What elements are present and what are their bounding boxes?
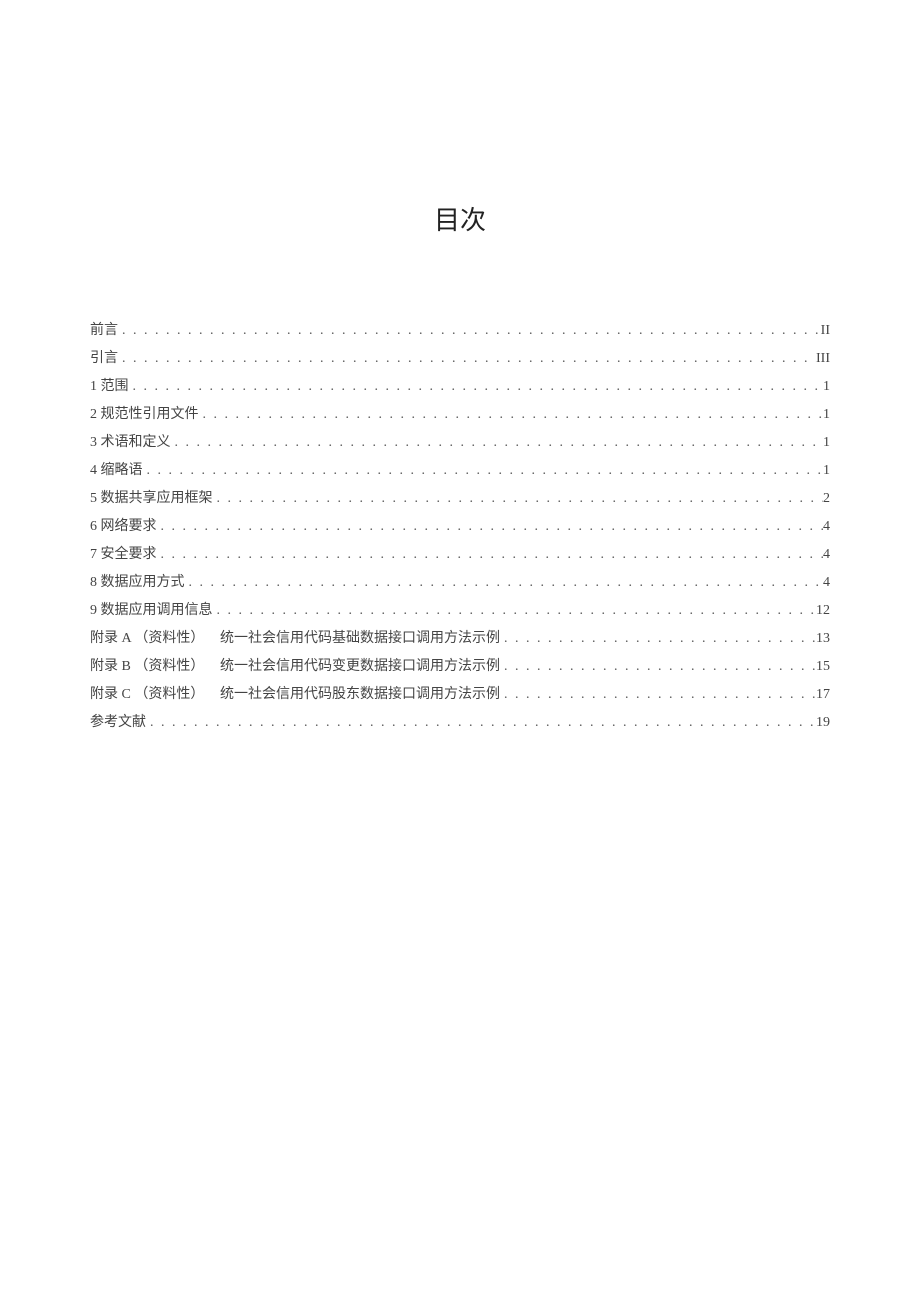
toc-appendix-prefix: 附录 B （资料性） <box>90 653 220 681</box>
toc-appendix-prefix: 附录 C （资料性） <box>90 681 220 709</box>
toc-label: 8 数据应用方式 <box>90 569 185 597</box>
document-page: 目次 前言 II 引言 III 1 范围 1 2 规范性引用文件 1 3 术语和… <box>0 0 920 737</box>
toc-entry: 7 安全要求 4 <box>90 541 830 569</box>
toc-leader-dots <box>213 485 824 513</box>
toc-entry-appendix: 附录 B （资料性） 统一社会信用代码变更数据接口调用方法示例 15 <box>90 653 830 681</box>
toc-leader-dots <box>171 429 824 457</box>
toc-label: 6 网络要求 <box>90 513 157 541</box>
toc-leader-dots <box>199 401 824 429</box>
toc-page-number: 2 <box>823 485 830 513</box>
toc-entry: 4 缩略语 1 <box>90 457 830 485</box>
toc-page-number: 1 <box>823 401 830 429</box>
toc-label: 4 缩略语 <box>90 457 143 485</box>
toc-page-number: 1 <box>823 457 830 485</box>
toc-entry: 引言 III <box>90 345 830 373</box>
toc-entry: 6 网络要求 4 <box>90 513 830 541</box>
toc-label: 3 术语和定义 <box>90 429 171 457</box>
toc-leader-dots <box>500 625 816 653</box>
toc-entry: 1 范围 1 <box>90 373 830 401</box>
toc-leader-dots <box>118 317 821 345</box>
toc-label: 前言 <box>90 317 118 345</box>
page-title: 目次 <box>90 200 830 237</box>
toc-appendix-prefix: 附录 A （资料性） <box>90 625 220 653</box>
toc-label: 5 数据共享应用框架 <box>90 485 213 513</box>
toc-leader-dots <box>143 457 824 485</box>
toc-leader-dots <box>129 373 824 401</box>
table-of-contents: 前言 II 引言 III 1 范围 1 2 规范性引用文件 1 3 术语和定义 … <box>90 317 830 737</box>
toc-entry-appendix: 附录 A （资料性） 统一社会信用代码基础数据接口调用方法示例 13 <box>90 625 830 653</box>
toc-leader-dots <box>146 709 816 737</box>
toc-page-number: 4 <box>823 513 830 541</box>
toc-leader-dots <box>157 541 824 569</box>
toc-page-number: 4 <box>823 541 830 569</box>
toc-page-number: 19 <box>816 709 830 737</box>
toc-leader-dots <box>157 513 824 541</box>
toc-entry: 参考文献 19 <box>90 709 830 737</box>
toc-label: 1 范围 <box>90 373 129 401</box>
toc-page-number: 13 <box>816 625 830 653</box>
toc-leader-dots <box>118 345 816 373</box>
toc-entry: 前言 II <box>90 317 830 345</box>
toc-page-number: 17 <box>816 681 830 709</box>
toc-label: 统一社会信用代码股东数据接口调用方法示例 <box>220 681 500 709</box>
toc-page-number: 15 <box>816 653 830 681</box>
toc-label: 2 规范性引用文件 <box>90 401 199 429</box>
toc-entry: 9 数据应用调用信息 12 <box>90 597 830 625</box>
toc-label: 参考文献 <box>90 709 146 737</box>
toc-entry: 5 数据共享应用框架 2 <box>90 485 830 513</box>
toc-page-number: III <box>816 345 830 373</box>
toc-label: 统一社会信用代码基础数据接口调用方法示例 <box>220 625 500 653</box>
toc-entry-appendix: 附录 C （资料性） 统一社会信用代码股东数据接口调用方法示例 17 <box>90 681 830 709</box>
toc-leader-dots <box>213 597 817 625</box>
toc-entry: 8 数据应用方式 4 <box>90 569 830 597</box>
toc-page-number: 1 <box>823 373 830 401</box>
toc-leader-dots <box>500 653 816 681</box>
toc-label: 9 数据应用调用信息 <box>90 597 213 625</box>
toc-entry: 2 规范性引用文件 1 <box>90 401 830 429</box>
toc-page-number: 4 <box>823 569 830 597</box>
toc-entry: 3 术语和定义 1 <box>90 429 830 457</box>
toc-label: 统一社会信用代码变更数据接口调用方法示例 <box>220 653 500 681</box>
toc-leader-dots <box>500 681 816 709</box>
toc-label: 引言 <box>90 345 118 373</box>
toc-leader-dots <box>185 569 824 597</box>
toc-label: 7 安全要求 <box>90 541 157 569</box>
toc-page-number: 12 <box>816 597 830 625</box>
toc-page-number: 1 <box>823 429 830 457</box>
toc-page-number: II <box>821 317 830 345</box>
